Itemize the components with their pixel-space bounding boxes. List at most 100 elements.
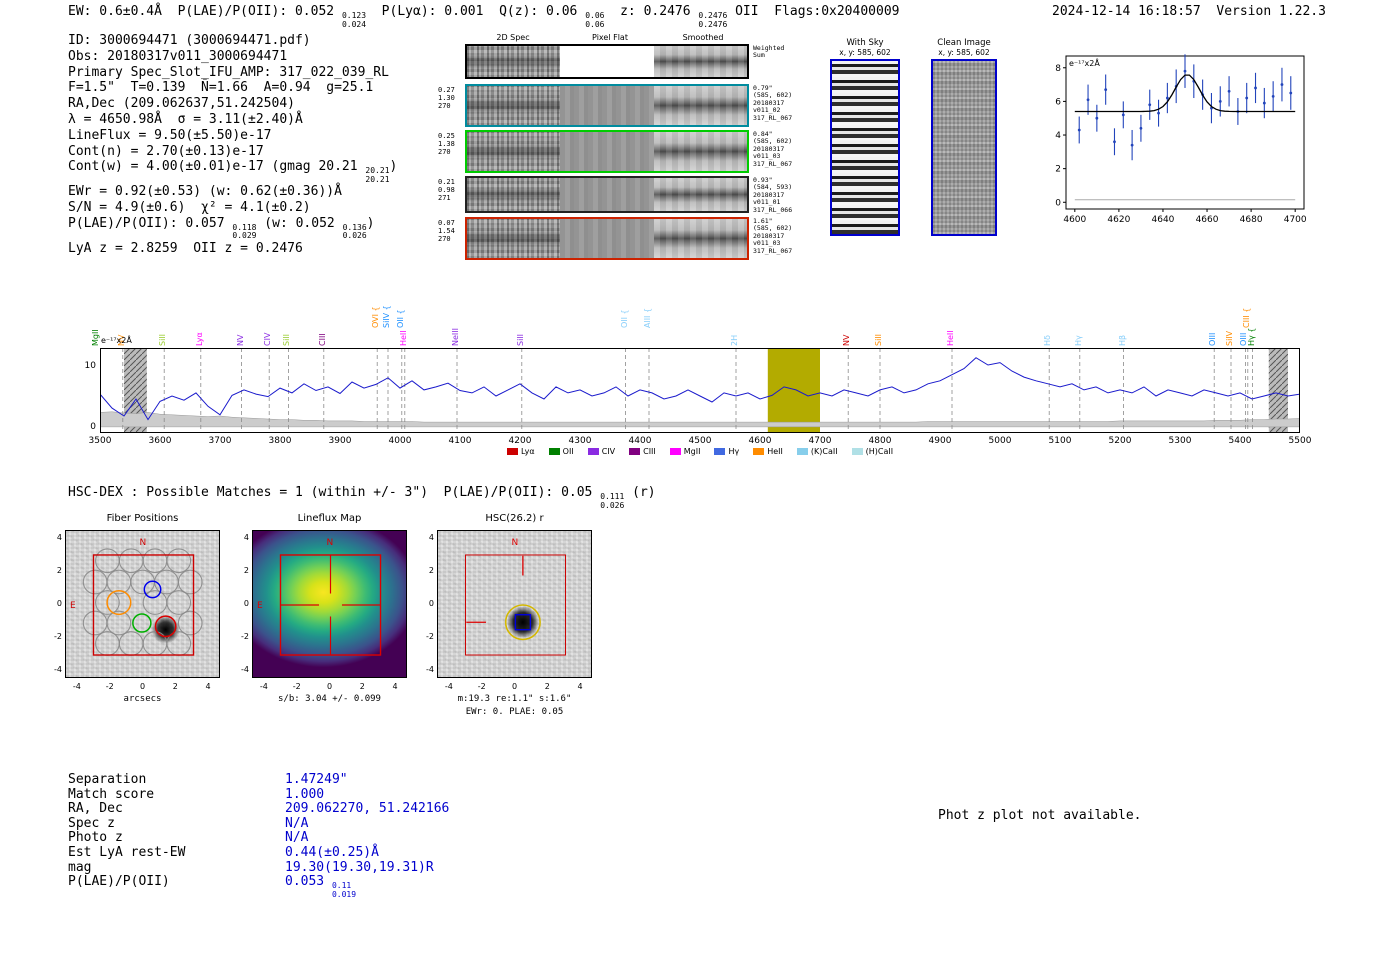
svg-text:4660: 4660 [1196,215,1219,225]
svg-text:4620: 4620 [1107,215,1130,225]
spec2d-column-title: 2D Spec [496,33,529,42]
fiber-positions-image: NE [65,530,220,678]
cutout-y-tick: 0 [48,599,62,608]
legend-item: (K)CaII [797,447,838,456]
match-row-label: P(LAE)/P(OII) [68,875,285,890]
x-axis-tick: 4700 [800,436,840,446]
line-marker-label: AlII { [643,308,652,328]
detection-info: ID: 3000694471 (3000694471.pdf)Obs: 2018… [68,33,397,257]
spec2d-row-stats: 0.210.98271 [438,179,463,202]
cutout-y-tick: 0 [235,599,249,608]
svg-text:2: 2 [1055,165,1061,175]
counterpart-table: Separation1.47249"Match score1.000RA, De… [68,773,449,899]
legend-swatch [753,448,764,455]
info-line: λ = 4650.98Å σ = 3.11(±2.40)Å [68,112,397,128]
spec2d-cutout-smooth [654,178,747,211]
line-marker-label: HeII [946,330,955,346]
svg-text:6: 6 [1055,97,1061,107]
stacked-uncertainty: 20.2120.21 [365,167,389,184]
x-axis-tick: 5200 [1100,436,1140,446]
legend-item: MgII [670,447,701,456]
cutout-x-tick: 0 [505,682,525,691]
spec2d-cutout-smooth [654,46,747,77]
spec2d-row [465,84,749,127]
match-row-value: 1.000 [285,787,324,802]
spec2d-row-stats: 0.271.30270 [438,87,463,110]
spec2d-cutout-flat [560,86,653,125]
match-row-label: Separation [68,773,285,788]
legend-swatch [670,448,681,455]
info-line: P(LAE)/P(OII): 0.057 0.1180.029 (w: 0.05… [68,216,397,241]
with-sky-coords: x, y: 585, 602 [830,48,900,57]
info-line: Obs: 20180317v011_3000694471 [68,49,397,65]
match-row-label: RA, Dec [68,802,285,817]
cutout-x-tick: 4 [198,682,218,691]
spec2d-cutout-flat [560,132,653,171]
cutout-y-tick: -4 [235,665,249,674]
with-sky-panel: With Sky x, y: 585, 602 [830,38,900,236]
cutout-x-tick: -4 [67,682,87,691]
line-marker-label: SiII [874,334,883,346]
emission-line-labels: MgIINVSiIILyαNVCIVSiIICIIIOVI {SiIV {OII… [100,262,1300,348]
x-axis-tick: 4300 [560,436,600,446]
x-axis-tick: 3600 [140,436,180,446]
spec2d-cutout-smooth [654,86,747,125]
legend-swatch [507,448,518,455]
x-axis-tick: 3900 [320,436,360,446]
legend-swatch [588,448,599,455]
legend-item: (H)CaII [852,447,893,456]
info-line: F=1.5" T=0.139 N̄=1.66 A=0.94 g=25.1 [68,80,397,96]
spec2d-row-meta: 0.84"(585, 602)20180317v011_03317_RL_067 [753,131,815,168]
legend-swatch [549,448,560,455]
x-axis-tick: 4400 [620,436,660,446]
cutout-y-tick: -2 [48,632,62,641]
cutout-x-tick: 0 [320,682,340,691]
spec2d-cutout-smooth [654,219,747,258]
stacked-uncertainty: 0.24760.2476 [698,12,727,29]
fiber-positions-title: Fiber Positions [65,513,220,524]
hsc-match-summary: HSC-DEX : Possible Matches = 1 (within +… [68,485,656,510]
stacked-uncertainty: 0.1230.024 [342,12,366,29]
svg-text:E: E [257,601,263,611]
photz-note: Phot z plot not available. [938,808,1142,823]
x-axis-tick: 4900 [920,436,960,446]
x-axis-tick: 5400 [1220,436,1260,446]
spec2d-column-title: Pixel Flat [592,33,628,42]
cutout-x-tick: -4 [439,682,459,691]
info-line: EWr = 0.92(±0.53) (w: 0.62(±0.36))Å [68,184,397,200]
x-axis-tick: 5500 [1280,436,1320,446]
lineflux-map-image: NE [252,530,407,678]
match-row-label: Photo z [68,831,285,846]
clean-image-panel: Clean Image x, y: 585, 602 [931,38,997,236]
spec2d-row [465,176,749,213]
spec2d-row-stats: 0.071.54270 [438,220,463,243]
info-line: Cont(w) = 4.00(±0.01)e-17 (gmag 20.21 20… [68,159,397,184]
x-axis-tick: 4000 [380,436,420,446]
match-row-value: 0.44(±0.25)Å [285,845,379,860]
svg-text:4640: 4640 [1152,215,1175,225]
hsc-cutout-title: HSC(26.2) r [437,513,592,524]
spec2d-panel: 2D SpecPixel FlatSmoothedWeightedSum0.27… [465,33,815,265]
stacked-uncertainty: 0.110.019 [332,882,356,899]
cutout-x-tick: 2 [352,682,372,691]
cutout-x-tick: -4 [254,682,274,691]
info-line: LyA z = 2.8259 OII z = 0.2476 [68,241,397,257]
match-row: Photo zN/A [68,831,449,846]
match-row: Match score1.000 [68,788,449,803]
legend-swatch [852,448,863,455]
spec2d-column-title: Smoothed [683,33,724,42]
cutout-x-tick: 4 [385,682,405,691]
svg-text:N: N [512,538,519,548]
report-version: Version 1.22.3 [1216,4,1326,19]
svg-text:e⁻¹⁷x2Å: e⁻¹⁷x2Å [1069,57,1100,68]
cutout-x-tick: -2 [100,682,120,691]
legend-item: Lyα [507,447,535,456]
cutout-x-tick: -2 [287,682,307,691]
match-row-label: Spec z [68,817,285,832]
cutout-y-tick: 2 [235,566,249,575]
info-line: Primary Spec_Slot_IFU_AMP: 317_022_039_R… [68,65,397,81]
line-marker-label: OII { [396,309,405,328]
stacked-uncertainty: 0.060.06 [585,12,604,29]
info-line: Cont(n) = 2.70(±0.13)e-17 [68,144,397,160]
svg-text:N: N [327,538,334,548]
